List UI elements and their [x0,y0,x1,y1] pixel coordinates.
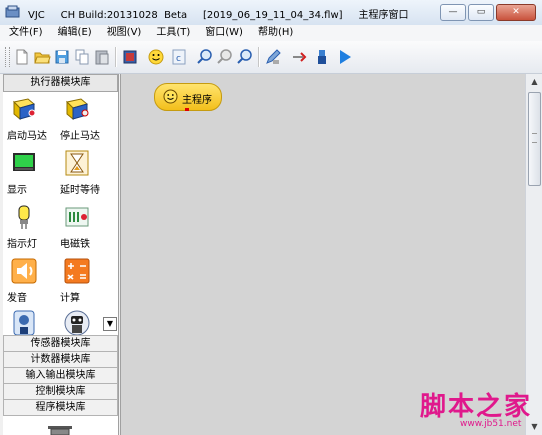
block-label: 计算 [60,293,80,304]
menu-file[interactable]: 文件(F) [0,25,49,41]
block-label: 启动马达 [7,131,47,142]
watermark: 脚本之家 www.jb51.net [420,386,538,432]
sensor-icon [13,310,35,336]
toolbar: c [0,41,542,74]
menu-tools[interactable]: 工具(T) [147,25,196,41]
block-motor-stop[interactable]: 停止马达 [60,96,112,142]
sensor-library-button[interactable]: 传感器模块库 [3,335,118,352]
program-library-button[interactable]: 程序模块库 [3,399,118,416]
block-calculate[interactable]: 计算 [60,258,112,304]
block-label: 显示 [7,185,27,196]
control-library-button[interactable]: 控制模块库 [3,383,118,400]
window-title: VJC CH Build:20131028 Beta [2019_06_19_1… [28,10,409,21]
block-label: 延时等待 [60,185,100,196]
block-sound[interactable]: 发音 [7,258,59,304]
trash-icon[interactable] [45,426,75,435]
toolbar-separator [258,47,260,67]
vertical-scrollbar[interactable]: ▲ ▼ [525,74,542,435]
zoom-in-icon[interactable] [196,48,214,66]
menu-bar: 文件(F) 编辑(E) 视图(V) 工具(T) 窗口(W) 帮助(H) [0,25,542,41]
download-icon[interactable] [121,48,139,66]
module-library-panel: 执行器模块库 启动马达 停止马达 显示 延时等待 指示灯 电磁铁 发音 计算 ▼… [3,74,119,435]
watermark-title: 脚本之家 [420,392,533,422]
io-library-button[interactable]: 输入输出模块库 [3,367,118,384]
block-label: 停止马达 [60,131,100,142]
minimize-button[interactable]: — [440,4,466,21]
menu-view[interactable]: 视图(V) [98,25,148,41]
electromagnet-icon [65,207,89,227]
hourglass-icon [65,150,89,176]
robot-head-icon [64,310,90,336]
delete-icon[interactable] [290,48,308,66]
copy-icon[interactable] [73,48,91,66]
display-icon [13,153,35,171]
watermark-url: www.jb51.net [460,419,522,429]
paste-icon[interactable] [93,48,111,66]
library-header[interactable]: 执行器模块库 [3,74,118,92]
block-delay[interactable]: 延时等待 [60,150,112,196]
toolbar-grip[interactable] [5,47,10,67]
zoom-out-icon[interactable] [216,48,234,66]
search-icon[interactable] [236,48,254,66]
pen-icon[interactable] [264,48,282,66]
app-icon [5,5,20,18]
maximize-button[interactable]: ▭ [468,4,494,21]
title-bar: VJC CH Build:20131028 Beta [2019_06_19_1… [0,0,542,26]
smiley-icon [163,89,178,104]
main-program-label: 主程序 [182,95,212,106]
menu-window[interactable]: 窗口(W) [196,25,249,41]
counter-library-button[interactable]: 计数器模块库 [3,351,118,368]
flowchart-canvas[interactable]: 主程序 [120,74,526,435]
connection-port[interactable] [185,108,189,111]
block-label: 指示灯 [7,239,37,250]
speaker-icon [11,258,37,284]
smiley-icon[interactable] [147,48,165,66]
open-folder-icon[interactable] [33,48,51,66]
library-scroll-button[interactable]: ▼ [103,317,117,331]
save-icon[interactable] [53,48,71,66]
menu-help[interactable]: 帮助(H) [249,25,299,41]
motor-stop-icon [65,98,89,121]
c-code-icon[interactable]: c [170,48,188,66]
svg-text:c: c [176,54,181,64]
block-display[interactable]: 显示 [7,150,59,196]
run-icon[interactable] [336,48,354,66]
block-electromagnet[interactable]: 电磁铁 [60,204,112,250]
calculator-icon [64,258,90,284]
new-file-icon[interactable] [13,48,31,66]
block-lamp[interactable]: 指示灯 [7,204,59,250]
menu-edit[interactable]: 编辑(E) [49,25,98,41]
close-button[interactable]: ✕ [496,4,536,21]
motor-start-icon [12,98,36,121]
toolbar-separator [115,47,117,67]
scroll-thumb[interactable] [528,92,541,186]
main-program-block[interactable]: 主程序 [154,83,222,111]
block-label: 发音 [7,293,27,304]
block-label: 电磁铁 [60,239,90,250]
block-motor-start[interactable]: 启动马达 [7,96,59,142]
scroll-grip [532,133,537,143]
robot-icon[interactable] [313,48,331,66]
scroll-up-button[interactable]: ▲ [526,74,542,90]
lamp-icon [18,205,30,229]
